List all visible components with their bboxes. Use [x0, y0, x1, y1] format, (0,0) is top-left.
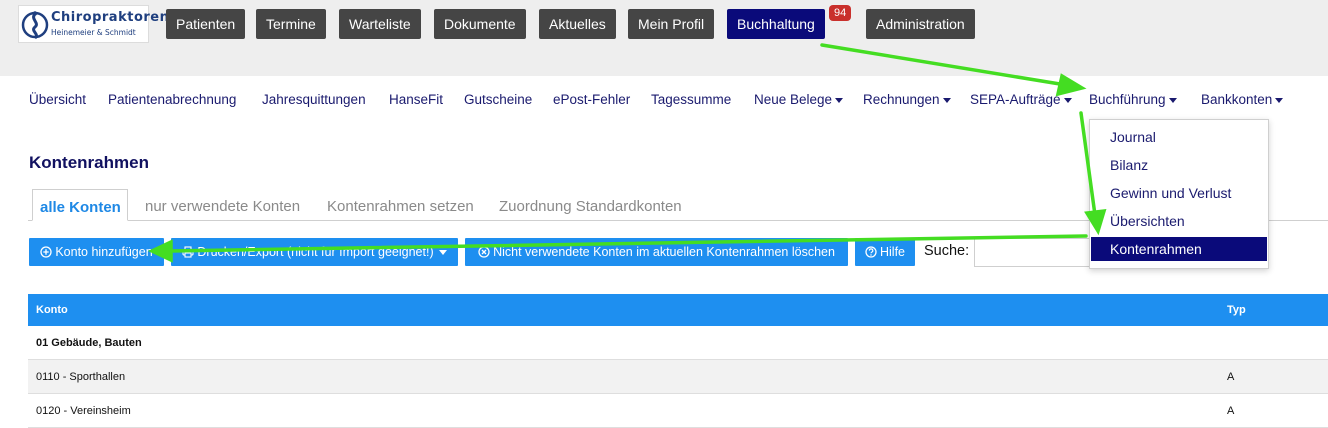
add-account-label: Konto hinzufügen: [55, 245, 153, 259]
caret-down-icon: [438, 250, 447, 256]
app-root: Chiropraktoren Heinemeier & Schmidt Pati…: [0, 0, 1328, 428]
cell-konto: 0120 - Vereinsheim: [36, 405, 131, 417]
cell-konto: 01 Gebäude, Bauten: [36, 337, 142, 349]
subnav-hansefit[interactable]: HanseFit: [389, 92, 443, 107]
table-row[interactable]: 0120 - Vereinsheim A: [28, 394, 1328, 428]
subnav-uebersicht[interactable]: Übersicht: [29, 92, 86, 107]
subnav-epost-fehler[interactable]: ePost-Fehler: [553, 92, 630, 107]
accounts-table: Konto Typ 01 Gebäude, Bauten 0110 - Spor…: [28, 294, 1328, 428]
tab-nur-verwendete-konten[interactable]: nur verwendete Konten: [145, 198, 300, 215]
subnav-patientenabrechnung[interactable]: Patientenabrechnung: [108, 92, 236, 107]
caret-down-icon: [942, 97, 951, 103]
plus-circle-icon: [40, 246, 52, 258]
menu-item-journal[interactable]: Journal: [1091, 125, 1267, 149]
table-row[interactable]: 0110 - Sporthallen A: [28, 360, 1328, 394]
caret-down-icon: [835, 97, 844, 103]
subnav-sepa-auftraege-label: SEPA-Aufträge: [970, 92, 1061, 107]
column-header-typ[interactable]: Typ: [1227, 304, 1246, 316]
delete-unused-label: Nicht verwendete Konten im aktuellen Kon…: [493, 245, 835, 259]
caret-down-icon: [1063, 97, 1072, 103]
sub-navbar: Übersicht Patientenabrechnung Jahresquit…: [0, 88, 1328, 112]
spine-logo-icon: [21, 11, 49, 40]
subnav-gutscheine[interactable]: Gutscheine: [464, 92, 532, 107]
menu-item-uebersichten[interactable]: Übersichten: [1091, 209, 1267, 233]
nav-buchhaltung-button[interactable]: Buchhaltung: [727, 9, 825, 39]
print-export-button[interactable]: Drucken/Export (nicht für Import geeigne…: [171, 238, 458, 266]
cell-typ: A: [1227, 371, 1235, 383]
cell-typ: A: [1227, 405, 1235, 417]
subnav-buchfuehrung-label: Buchführung: [1089, 92, 1166, 107]
tab-alle-konten[interactable]: alle Konten: [32, 189, 128, 221]
subnav-bankkonten-label: Bankkonten: [1201, 92, 1273, 107]
help-button[interactable]: Hilfe: [855, 238, 915, 266]
nav-mein-profil-button[interactable]: Mein Profil: [628, 9, 715, 39]
tab-zuordnung-standardkonten[interactable]: Zuordnung Standardkonten: [499, 198, 682, 215]
column-header-konto[interactable]: Konto: [36, 304, 68, 316]
print-export-label: Drucken/Export (nicht für Import geeigne…: [197, 245, 434, 259]
subnav-rechnungen[interactable]: Rechnungen: [863, 92, 951, 107]
caret-down-icon: [1275, 97, 1284, 103]
help-label: Hilfe: [879, 245, 905, 259]
subnav-tagessumme[interactable]: Tagessumme: [651, 92, 731, 107]
nav-warteliste-button[interactable]: Warteliste: [339, 9, 421, 39]
caret-down-icon: [1168, 97, 1177, 103]
brand-logo[interactable]: Chiropraktoren Heinemeier & Schmidt: [18, 5, 169, 43]
nav-aktuelles-button[interactable]: Aktuelles: [539, 9, 616, 39]
table-header: Konto Typ: [28, 294, 1328, 326]
subnav-neue-belege-label: Neue Belege: [754, 92, 833, 107]
subnav-neue-belege[interactable]: Neue Belege: [754, 92, 844, 107]
buchfuehrung-dropdown-menu: Journal Bilanz Gewinn und Verlust Übersi…: [1089, 119, 1269, 269]
nav-patienten-button[interactable]: Patienten: [166, 9, 246, 39]
x-circle-icon: [478, 246, 490, 258]
table-group-row[interactable]: 01 Gebäude, Bauten: [28, 326, 1328, 360]
brand-title: Chiropraktoren: [51, 10, 170, 25]
menu-item-gewinn-und-verlust[interactable]: Gewinn und Verlust: [1091, 181, 1267, 205]
subnav-rechnungen-label: Rechnungen: [863, 92, 940, 107]
question-circle-icon: [865, 246, 877, 258]
menu-item-kontenrahmen[interactable]: Kontenrahmen: [1091, 237, 1267, 261]
subnav-bankkonten[interactable]: Bankkonten: [1201, 92, 1284, 107]
add-account-button[interactable]: Konto hinzufügen: [29, 238, 164, 266]
tab-kontenrahmen-setzen[interactable]: Kontenrahmen setzen: [327, 198, 474, 215]
nav-dokumente-button[interactable]: Dokumente: [434, 9, 526, 39]
nav-termine-button[interactable]: Termine: [256, 9, 326, 39]
subnav-sepa-auftraege[interactable]: SEPA-Aufträge: [970, 92, 1072, 107]
printer-icon: [182, 246, 194, 258]
delete-unused-accounts-button[interactable]: Nicht verwendete Konten im aktuellen Kon…: [465, 238, 848, 266]
page-title: Kontenrahmen: [29, 153, 149, 172]
brand-subtitle: Heinemeier & Schmidt: [51, 28, 136, 37]
subnav-jahresquittungen[interactable]: Jahresquittungen: [262, 92, 366, 107]
cell-konto: 0110 - Sporthallen: [36, 371, 126, 383]
search-label: Suche:: [924, 243, 970, 259]
notification-badge: 94: [829, 5, 852, 21]
top-navbar: Chiropraktoren Heinemeier & Schmidt Pati…: [0, 0, 1328, 76]
subnav-buchfuehrung[interactable]: Buchführung: [1089, 92, 1177, 107]
menu-item-bilanz[interactable]: Bilanz: [1091, 153, 1267, 177]
nav-administration-button[interactable]: Administration: [866, 9, 975, 39]
search-input[interactable]: [974, 238, 1094, 267]
